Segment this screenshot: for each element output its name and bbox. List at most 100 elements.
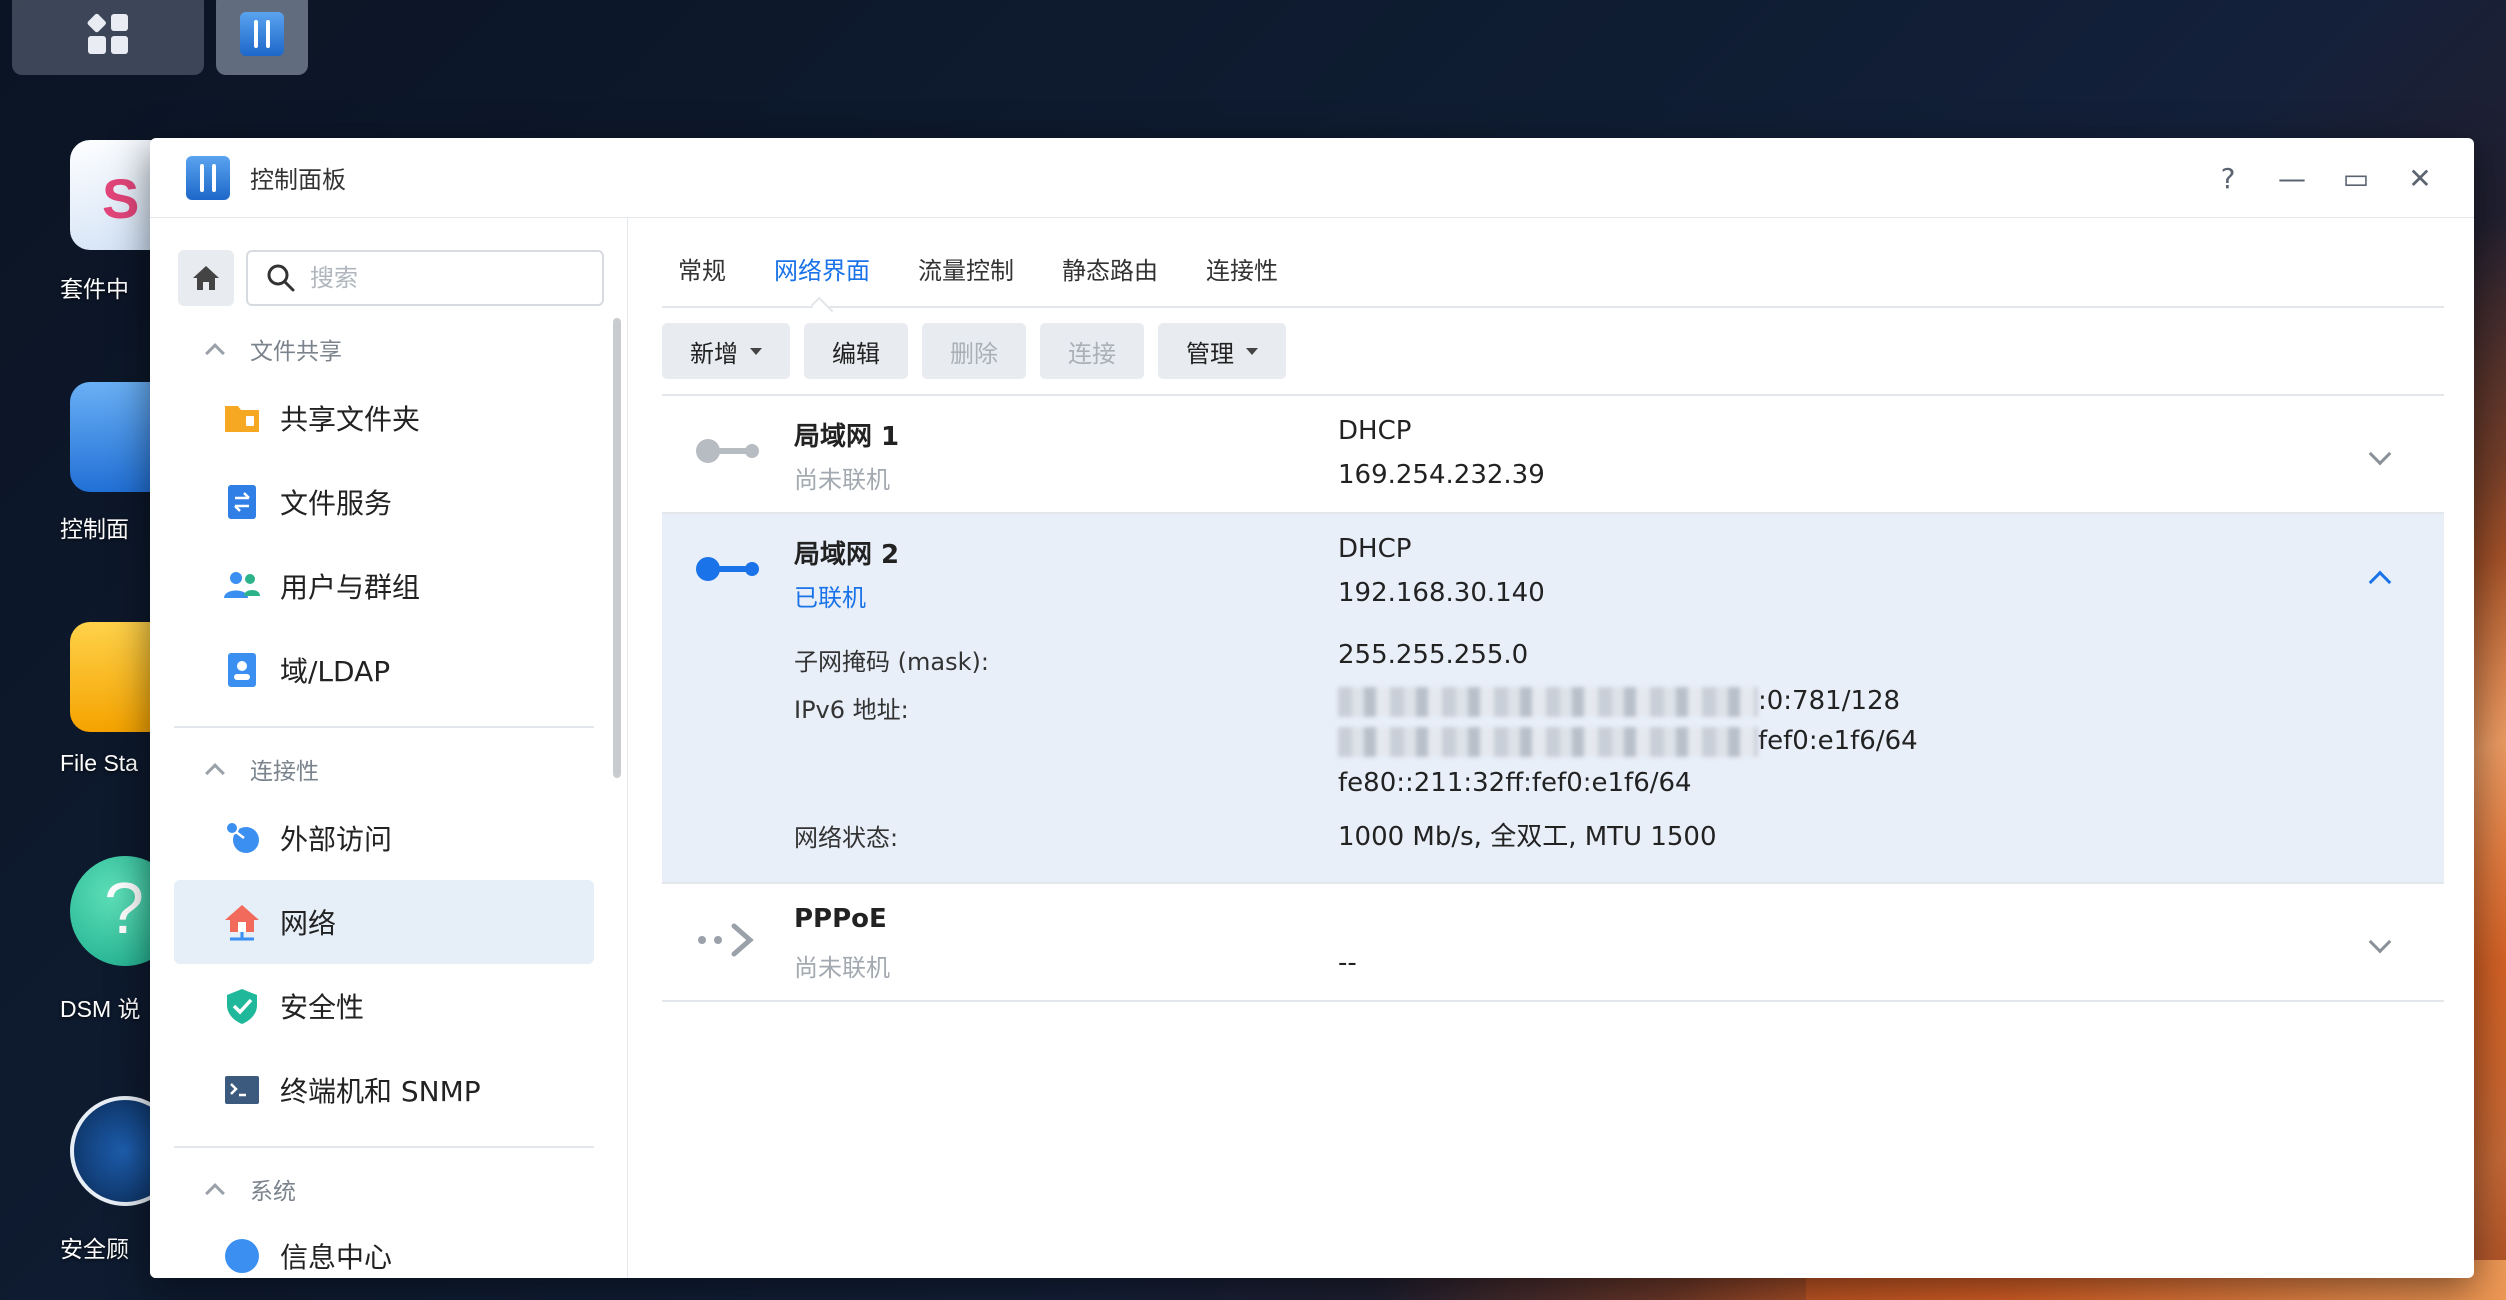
ipv6-address-2: fef0:e1f6/64 xyxy=(1338,726,1918,757)
interface-status: 尚未联机 xyxy=(794,466,890,494)
add-button[interactable]: 新增 xyxy=(662,323,790,379)
sidebar-item-label: 共享文件夹 xyxy=(280,403,421,436)
sidebar-item-label: 终端机和 SNMP xyxy=(280,1075,481,1108)
help-button[interactable]: ? xyxy=(2214,162,2242,195)
interface-row-pppoe[interactable]: PPPoE 尚未联机 -- xyxy=(662,884,2444,1002)
interface-status: 已联机 xyxy=(794,584,866,612)
domain-ldap-icon xyxy=(228,653,256,687)
delete-button[interactable]: 删除 xyxy=(922,323,1026,379)
desktop-label: File Sta xyxy=(60,750,138,776)
redacted-block xyxy=(1338,686,1758,717)
redacted-block xyxy=(1338,726,1758,757)
tab-static-route[interactable]: 静态路由 xyxy=(1062,251,1158,306)
ethernet-connected-icon xyxy=(696,557,759,581)
connect-button-label: 连接 xyxy=(1068,339,1116,368)
sidebar-item-network[interactable]: 网络 xyxy=(174,880,594,964)
sidebar-item-label: 安全性 xyxy=(280,991,365,1024)
tab-network-interface[interactable]: 网络界面 xyxy=(774,251,870,306)
sidebar-item-label: 用户与群组 xyxy=(280,571,421,604)
main-content: 常规 网络界面 流量控制 静态路由 连接性 新增 编辑 删除 连接 管理 局域网… xyxy=(662,218,2444,1278)
maximize-button[interactable]: ▭ xyxy=(2342,162,2370,195)
interface-ip: 169.254.232.39 xyxy=(1338,460,1545,490)
tab-connectivity[interactable]: 连接性 xyxy=(1206,251,1278,306)
connect-button[interactable]: 连接 xyxy=(1040,323,1144,379)
interface-name: PPPoE xyxy=(794,904,887,934)
interface-type: DHCP xyxy=(1338,534,1412,564)
ipv6-address-1: :0:781/128 xyxy=(1338,686,1900,717)
interface-name: 局域网 1 xyxy=(794,422,900,452)
desktop-label: 控制面 xyxy=(60,516,129,542)
sidebar-scrollbar[interactable] xyxy=(613,318,621,778)
control-panel-icon xyxy=(186,155,230,200)
control-panel-icon xyxy=(240,11,284,56)
divider xyxy=(174,1146,594,1148)
caret-down-icon xyxy=(1246,347,1258,355)
interface-ip: 192.168.30.140 xyxy=(1338,578,1545,608)
home-button[interactable] xyxy=(178,250,234,306)
search-icon xyxy=(267,264,295,292)
chevron-up-icon xyxy=(205,763,225,783)
window-titlebar[interactable]: 控制面板 ? — ▭ ✕ xyxy=(150,138,2474,218)
tab-traffic-control[interactable]: 流量控制 xyxy=(918,251,1014,306)
delete-button-label: 删除 xyxy=(950,339,998,368)
sidebar: 文件共享 共享文件夹 文件服务 用户与群组 域/LDAP 连接性 外部访问 xyxy=(150,218,628,1278)
users-icon xyxy=(224,572,260,598)
main-menu-button[interactable] xyxy=(12,0,204,75)
sidebar-item-label: 网络 xyxy=(280,907,337,940)
sidebar-item-file-services[interactable]: 文件服务 xyxy=(174,460,594,544)
mask-value: 255.255.255.0 xyxy=(1338,640,1529,670)
search-field[interactable] xyxy=(246,250,604,306)
home-icon xyxy=(193,266,219,290)
sidebar-item-domain-ldap[interactable]: 域/LDAP xyxy=(174,628,594,712)
shield-icon xyxy=(227,989,257,1024)
manage-button[interactable]: 管理 xyxy=(1158,323,1286,379)
desktop-label: DSM 说 xyxy=(60,996,141,1022)
interface-row-lan2[interactable]: 局域网 2 已联机 DHCP 192.168.30.140 子网掩码 (mask… xyxy=(662,514,2444,884)
section-header-connectivity[interactable]: 连接性 xyxy=(150,742,610,796)
manage-button-label: 管理 xyxy=(1186,339,1234,368)
interface-ip: -- xyxy=(1338,948,1357,978)
chevron-up-icon xyxy=(205,1183,225,1203)
sidebar-item-security[interactable]: 安全性 xyxy=(174,964,594,1048)
section-title: 系统 xyxy=(250,1179,296,1205)
interface-row-lan1[interactable]: 局域网 1 尚未联机 DHCP 169.254.232.39 xyxy=(662,396,2444,514)
minimize-button[interactable]: — xyxy=(2278,162,2306,195)
sidebar-item-info-center[interactable]: 信息中心 xyxy=(174,1216,594,1276)
collapse-chevron-icon[interactable] xyxy=(2368,570,2392,594)
external-access-icon xyxy=(225,821,259,853)
info-icon xyxy=(225,1239,259,1273)
taskbar-control-panel[interactable] xyxy=(216,0,308,75)
caret-down-icon xyxy=(750,347,762,355)
sidebar-item-label: 域/LDAP xyxy=(280,655,391,688)
sidebar-item-external-access[interactable]: 外部访问 xyxy=(174,796,594,880)
section-header-file-sharing[interactable]: 文件共享 xyxy=(150,322,610,376)
expand-chevron-icon[interactable] xyxy=(2368,930,2392,954)
close-button[interactable]: ✕ xyxy=(2406,162,2434,195)
mask-label: 子网掩码 (mask): xyxy=(794,648,989,676)
edit-button[interactable]: 编辑 xyxy=(804,323,908,379)
sidebar-item-label: 信息中心 xyxy=(280,1241,393,1274)
network-icon xyxy=(225,905,259,941)
section-title: 文件共享 xyxy=(250,339,342,365)
sidebar-item-terminal-snmp[interactable]: 终端机和 SNMP xyxy=(174,1048,594,1132)
ethernet-disconnected-icon xyxy=(696,439,759,463)
section-header-system[interactable]: 系统 xyxy=(150,1162,610,1216)
window-title: 控制面板 xyxy=(250,166,346,194)
interface-name: 局域网 2 xyxy=(794,540,900,570)
control-panel-window: 控制面板 ? — ▭ ✕ 文件共享 共享文件夹 文件服务 xyxy=(150,138,2474,1278)
desktop-label: 套件中 xyxy=(60,276,129,302)
sidebar-item-label: 外部访问 xyxy=(280,823,393,856)
ipv6-label: IPv6 地址: xyxy=(794,696,909,724)
section-title: 连接性 xyxy=(250,759,319,785)
network-state-label: 网络状态: xyxy=(794,824,899,852)
search-input[interactable] xyxy=(310,264,590,292)
network-state-value: 1000 Mb/s, 全双工, MTU 1500 xyxy=(1338,822,1717,852)
sidebar-item-users-groups[interactable]: 用户与群组 xyxy=(174,544,594,628)
shared-folder-icon xyxy=(225,406,259,432)
chevron-up-icon xyxy=(205,343,225,363)
sidebar-item-shared-folder[interactable]: 共享文件夹 xyxy=(174,376,594,460)
expand-chevron-icon[interactable] xyxy=(2368,442,2392,466)
tab-general[interactable]: 常规 xyxy=(678,251,726,306)
toolbar: 新增 编辑 删除 连接 管理 xyxy=(662,308,2444,396)
add-button-label: 新增 xyxy=(690,339,738,368)
